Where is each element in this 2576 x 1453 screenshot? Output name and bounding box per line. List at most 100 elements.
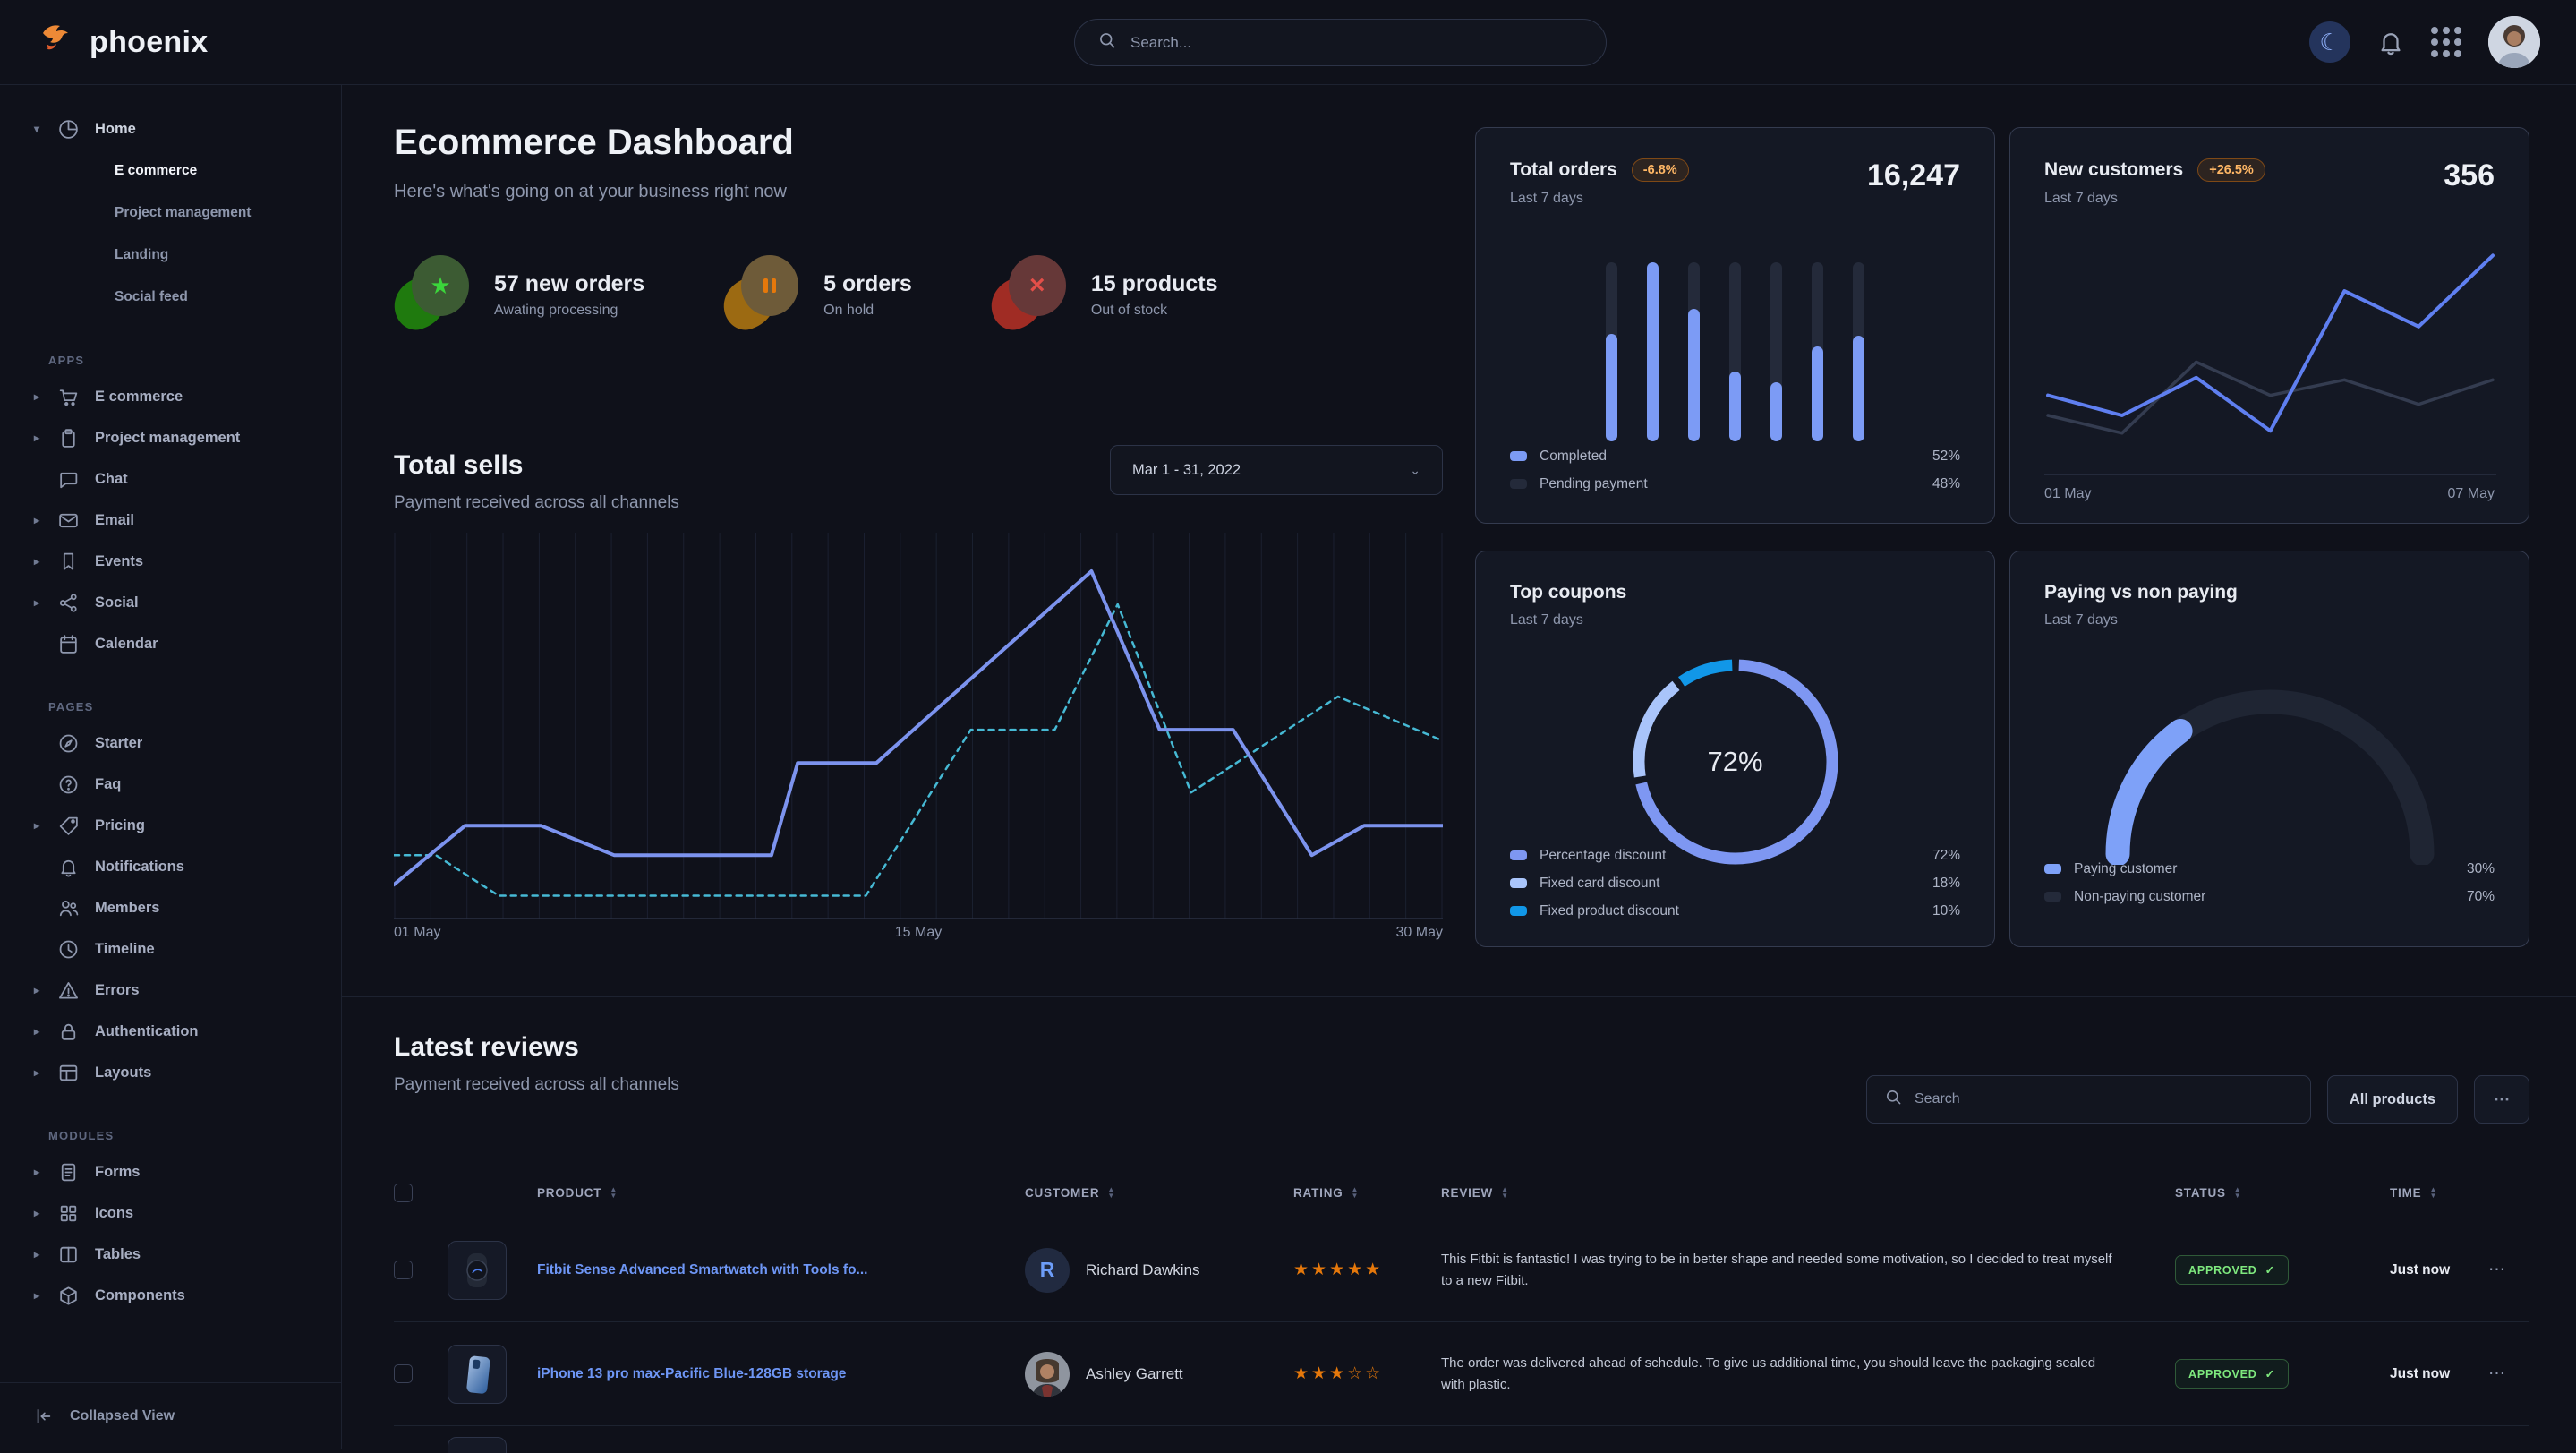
reviews-search-input[interactable] [1915, 1091, 2292, 1107]
product-link[interactable]: Fitbit Sense Advanced Smartwatch with To… [537, 1262, 1025, 1278]
column-header-review[interactable]: REVIEW▲▼ [1441, 1186, 2175, 1200]
sidebar-item-social[interactable]: ▸ Social [34, 582, 325, 623]
sidebar-item-timeline[interactable]: Timeline [34, 928, 325, 970]
row-menu-button[interactable]: ⋯ [2488, 1363, 2529, 1384]
nine-dots-grid-icon [2431, 27, 2461, 57]
clipboard-icon [57, 427, 95, 449]
chevron-right-icon: ▸ [34, 432, 57, 444]
notifications-button[interactable] [2377, 29, 2404, 56]
sidebar-subitem-ecommerce[interactable]: E commerce [34, 150, 325, 192]
chevron-right-icon: ▸ [34, 984, 57, 996]
sidebar-item-layouts[interactable]: ▸ Layouts [34, 1052, 325, 1093]
row-checkbox[interactable] [394, 1364, 413, 1383]
bell-icon [2377, 29, 2404, 56]
sidebar-subitem-project-management[interactable]: Project management [34, 192, 325, 234]
stat-value: 57 new orders [494, 271, 644, 297]
customer-cell[interactable]: R Richard Dawkins [1025, 1248, 1293, 1293]
global-search[interactable] [1074, 19, 1607, 66]
sidebar-item-label: Starter [95, 735, 142, 752]
rating-stars: ★★★★★ [1293, 1260, 1441, 1280]
apps-menu-button[interactable] [2431, 27, 2461, 57]
reviews-search[interactable] [1866, 1075, 2311, 1124]
sidebar-item-label: Project management [95, 430, 240, 447]
total-sells-subtitle: Payment received across all channels [394, 493, 679, 513]
review-time: Just now [2390, 1262, 2488, 1278]
search-input[interactable] [1130, 34, 1582, 52]
product-thumbnail[interactable] [448, 1437, 507, 1453]
sidebar-item-forms[interactable]: ▸ Forms [34, 1151, 325, 1192]
card-title: Paying vs non paying [2044, 582, 2238, 603]
customer-name: Ashley Garrett [1086, 1365, 1183, 1383]
theme-toggle-button[interactable]: ☾ [2309, 21, 2350, 63]
product-thumbnail-smartwatch[interactable] [448, 1241, 507, 1300]
search-icon [1098, 31, 1116, 54]
user-avatar[interactable] [2488, 16, 2540, 68]
legend-completed: Completed 52% [1510, 442, 1960, 470]
sidebar-item-calendar[interactable]: Calendar [34, 623, 325, 664]
lock-icon [57, 1021, 95, 1043]
sidebar-item-project-management-app[interactable]: ▸ Project management [34, 417, 325, 458]
column-header-rating[interactable]: RATING▲▼ [1293, 1186, 1441, 1200]
reviews-table: PRODUCT▲▼ CUSTOMER▲▼ RATING▲▼ REVIEW▲▼ S… [394, 1167, 2529, 1453]
card-period: Last 7 days [2044, 191, 2265, 207]
sidebar-section-apps: APPS [48, 354, 325, 367]
stat-orders-on-hold: 5 orders On hold [723, 255, 912, 334]
collapse-arrow-icon [34, 1406, 54, 1426]
sidebar-item-ecommerce-app[interactable]: ▸ E commerce [34, 376, 325, 417]
sidebar-item-tables[interactable]: ▸ Tables [34, 1234, 325, 1275]
sidebar-item-authentication[interactable]: ▸ Authentication [34, 1011, 325, 1052]
stat-value: 5 orders [823, 271, 912, 297]
row-menu-button[interactable]: ⋯ [2488, 1260, 2529, 1280]
column-header-time[interactable]: TIME▲▼ [2390, 1186, 2488, 1200]
customer-cell[interactable]: Ashley Garrett [1025, 1352, 1293, 1397]
product-thumbnail-iphone[interactable] [448, 1345, 507, 1404]
sidebar-item-home[interactable]: ▾ Home [34, 108, 325, 150]
sidebar-item-pricing[interactable]: ▸ Pricing [34, 805, 325, 846]
sidebar-item-starter[interactable]: Starter [34, 722, 325, 764]
row-checkbox[interactable] [394, 1261, 413, 1279]
product-link[interactable]: iPhone 13 pro max-Pacific Blue-128GB sto… [537, 1366, 1025, 1382]
sidebar-subitem-social-feed[interactable]: Social feed [34, 276, 325, 318]
calendar-icon [57, 633, 95, 655]
x-tick: 30 May [1396, 925, 1443, 941]
select-all-checkbox[interactable] [394, 1184, 413, 1202]
column-header-product[interactable]: PRODUCT▲▼ [537, 1186, 1025, 1200]
stat-new-orders: ★ 57 new orders Awating processing [394, 255, 644, 334]
sort-icon: ▲▼ [2234, 1186, 2242, 1199]
column-header-customer[interactable]: CUSTOMER▲▼ [1025, 1186, 1293, 1200]
sidebar-item-email[interactable]: ▸ Email [34, 500, 325, 541]
sidebar-item-icons[interactable]: ▸ Icons [34, 1192, 325, 1234]
sidebar-item-notifications[interactable]: Notifications [34, 846, 325, 887]
section-divider [342, 996, 2576, 997]
sidebar-item-label: Social [95, 594, 139, 611]
star-icon: ★ [430, 272, 450, 300]
sidebar-item-members[interactable]: Members [34, 887, 325, 928]
sidebar-item-events[interactable]: ▸ Events [34, 541, 325, 582]
date-range-select[interactable]: Mar 1 - 31, 2022 ⌄ [1110, 445, 1443, 495]
sidebar-item-components[interactable]: ▸ Components [34, 1275, 325, 1316]
chat-bubble-icon [57, 468, 95, 491]
sidebar-item-chat[interactable]: Chat [34, 458, 325, 500]
status-badge: APPROVED✓ [2175, 1255, 2289, 1285]
chevron-right-icon: ▸ [34, 1166, 57, 1178]
sidebar-item-label: Home [95, 121, 136, 138]
sidebar-item-label: Layouts [95, 1064, 151, 1081]
reviews-menu-button[interactable]: ⋯ [2474, 1075, 2529, 1124]
top-coupons-donut: 72% [1631, 657, 1840, 867]
sidebar-item-label: Components [95, 1287, 185, 1304]
box-icon [57, 1285, 95, 1307]
chevron-down-icon: ⌄ [1410, 463, 1420, 478]
all-products-button[interactable]: All products [2327, 1075, 2458, 1124]
chevron-right-icon: ▸ [34, 596, 57, 609]
column-header-status[interactable]: STATUS▲▼ [2175, 1186, 2390, 1200]
layout-icon [57, 1062, 95, 1084]
chevron-right-icon: ▸ [34, 555, 57, 568]
sidebar-item-errors[interactable]: ▸ Errors [34, 970, 325, 1011]
brand-logo[interactable]: phoenix [36, 21, 208, 64]
sidebar-item-label: Tables [95, 1246, 141, 1263]
sidebar-item-faq[interactable]: Faq [34, 764, 325, 805]
sidebar-subitem-landing[interactable]: Landing [34, 234, 325, 276]
collapsed-view-toggle[interactable]: Collapsed View [0, 1382, 341, 1449]
chevron-right-icon: ▸ [34, 390, 57, 403]
pause-icon [763, 278, 776, 293]
